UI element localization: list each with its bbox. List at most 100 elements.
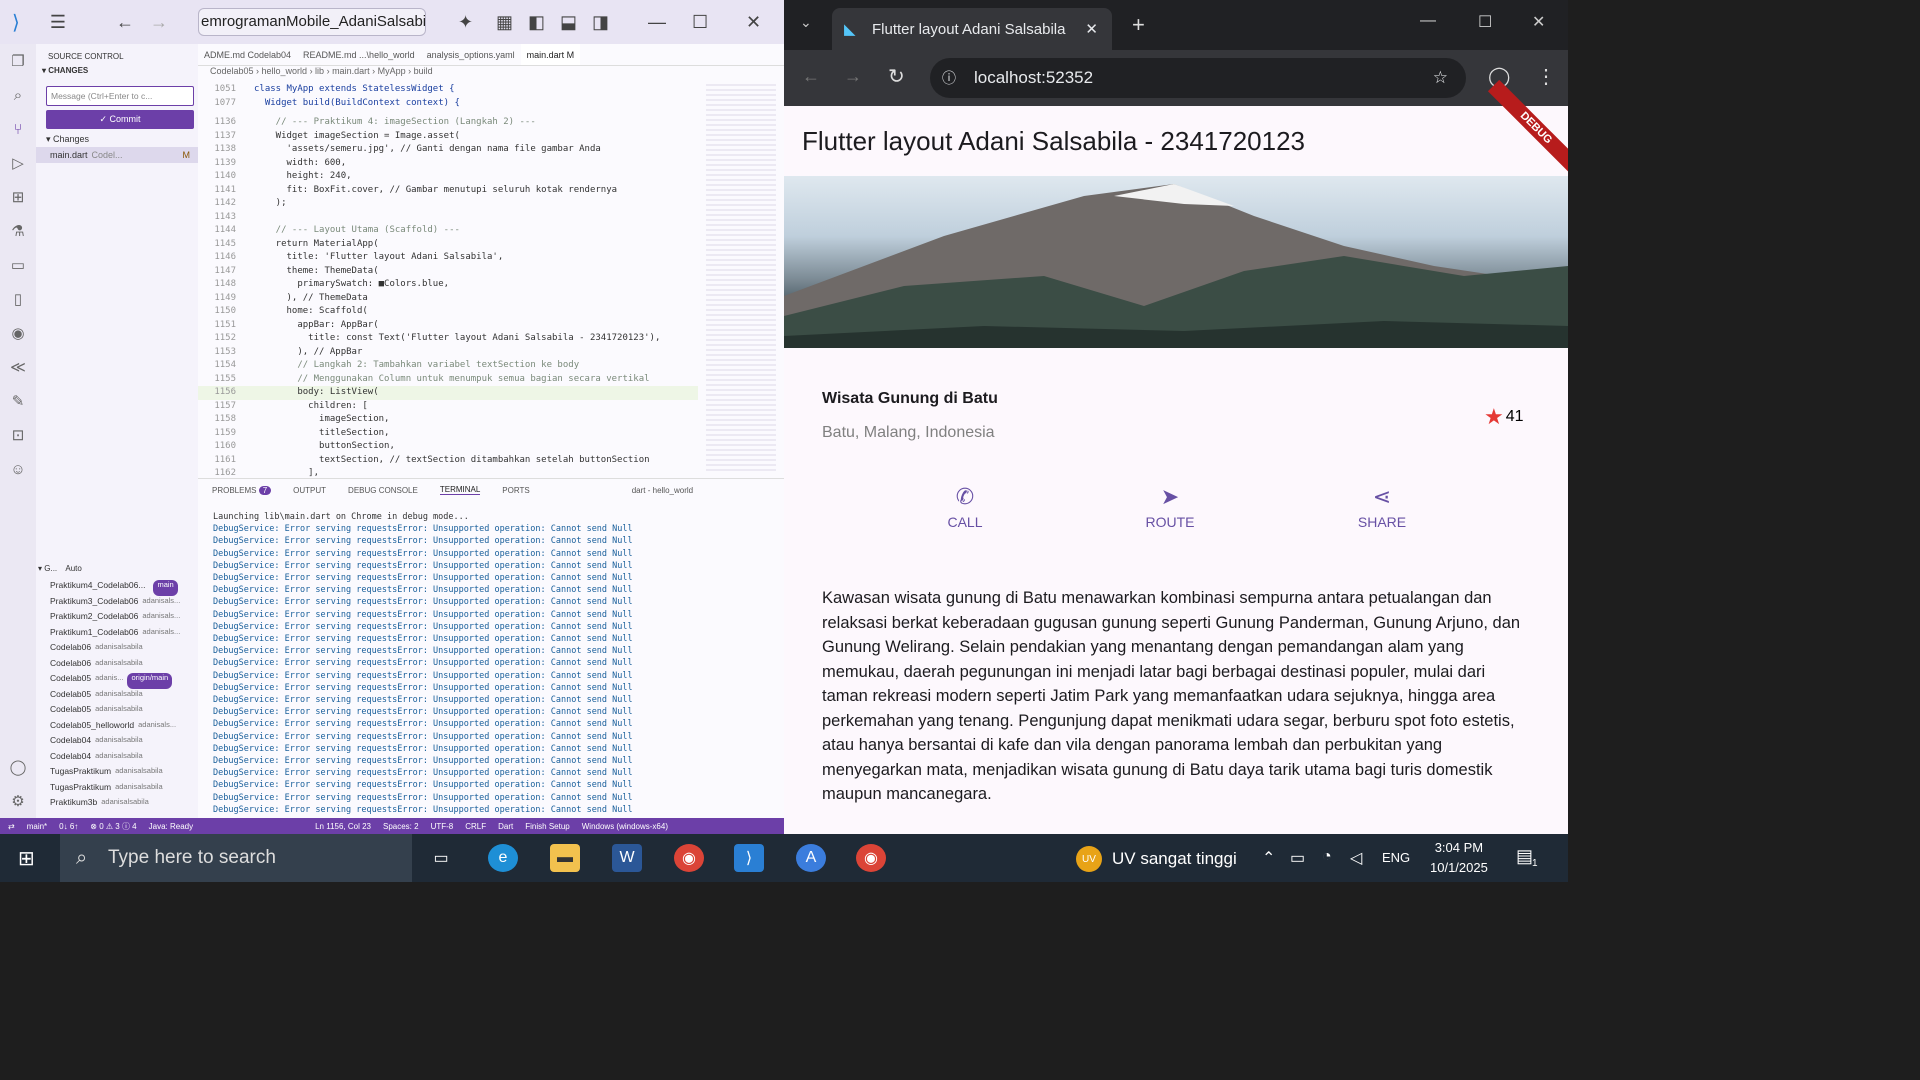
notifications-icon[interactable]: ▤	[1516, 846, 1533, 867]
remote-explorer-icon[interactable]: ▭	[0, 248, 36, 282]
bookmark-star-icon[interactable]: ☆	[1433, 68, 1448, 88]
reload-icon[interactable]: ↻	[888, 64, 905, 89]
changes-header[interactable]: ▾ CHANGES	[36, 66, 198, 82]
chrome-maximize-icon[interactable]: ☐	[1478, 12, 1492, 32]
commit-row[interactable]: Praktikum3_Codelab06 adanisals...	[36, 596, 198, 612]
tab-main-dart[interactable]: main.dart M	[520, 44, 581, 65]
toggle-secondary-sidebar-icon[interactable]: ◨	[592, 12, 609, 33]
forward-arrow-icon[interactable]: →	[150, 12, 168, 33]
chrome-tab[interactable]: ◣ Flutter layout Adani Salsabila ✕	[832, 8, 1112, 50]
remote-icon[interactable]: ⇄	[8, 822, 15, 831]
volume-icon[interactable]: ◁	[1350, 848, 1362, 868]
address-bar[interactable]: ⓘ localhost:52352 ☆	[930, 58, 1466, 98]
extensions-icon[interactable]: ⊞	[0, 180, 36, 214]
commit-row[interactable]: Codelab05 adanis... origin/main	[36, 673, 198, 689]
commit-row[interactable]: Codelab04 adanisalsabila	[36, 751, 198, 767]
code-line[interactable]: 1156 body: ListView(	[198, 386, 698, 400]
commit-row[interactable]: Praktikum2_Codelab06 adanisals...	[36, 611, 198, 627]
accounts-icon[interactable]: ◯	[0, 750, 36, 784]
flutter-icon[interactable]: ≪	[0, 350, 36, 384]
status-indent[interactable]: Spaces: 2	[383, 822, 419, 831]
code-line[interactable]: 1158 imageSection,	[198, 413, 698, 427]
tab-analysis-options[interactable]: analysis_options.yaml	[421, 44, 521, 65]
copilot-icon[interactable]: ✦	[458, 12, 473, 33]
tab-readme-codelab04[interactable]: ADME.md Codelab04	[198, 44, 297, 65]
breadcrumb[interactable]: Codelab05 › hello_world › lib › main.dar…	[198, 66, 784, 80]
tab-output[interactable]: OUTPUT	[293, 486, 326, 495]
chrome2-taskbar-icon[interactable]: ◉	[856, 844, 886, 872]
graph-header[interactable]: ▾ G... Auto	[36, 564, 198, 578]
call-button[interactable]: ✆ CALL	[920, 484, 1010, 530]
status-position[interactable]: Ln 1156, Col 23	[315, 822, 371, 831]
code-line[interactable]: 1159 titleSection,	[198, 427, 698, 441]
status-language[interactable]: Dart	[498, 822, 513, 831]
commit-row[interactable]: TugasPraktikum adanisalsabila	[36, 782, 198, 798]
explorer-icon[interactable]: ❐	[0, 44, 36, 78]
commit-row[interactable]: Codelab05_helloworld adanisals...	[36, 720, 198, 736]
run-debug-icon[interactable]: ▷	[0, 146, 36, 180]
source-control-icon[interactable]: ⑂	[0, 112, 36, 146]
code-line[interactable]: 1148 primarySwatch: ■Colors.blue,	[198, 278, 698, 292]
taskbar-search[interactable]: ⌕ Type here to search	[60, 834, 412, 882]
status-device[interactable]: Windows (windows-x64)	[582, 822, 668, 831]
terminal-output[interactable]: Launching lib\main.dart on Chrome in deb…	[198, 511, 784, 816]
task-view-icon[interactable]: ▭	[426, 844, 456, 872]
status-finish-setup[interactable]: Finish Setup	[525, 822, 569, 831]
code-line[interactable]: 1143	[198, 211, 698, 225]
word-icon[interactable]: W	[612, 844, 642, 872]
commit-row[interactable]: Codelab06 adanisalsabila	[36, 658, 198, 674]
code-line[interactable]: 1137 Widget imageSection = Image.asset(	[198, 130, 698, 144]
toggle-sidebar-icon[interactable]: ◧	[528, 12, 545, 33]
changes-group[interactable]: ▾ Changes	[36, 129, 198, 145]
commit-row[interactable]: TugasPraktikum adanisalsabila	[36, 766, 198, 782]
code-line[interactable]: 1147 theme: ThemeData(	[198, 265, 698, 279]
code-line[interactable]: 1145 return MaterialApp(	[198, 238, 698, 252]
wifi-icon[interactable]: ◔	[1322, 848, 1332, 866]
sticky-line[interactable]: 1051 class MyApp extends StatelessWidget …	[198, 84, 698, 98]
code-line[interactable]: 1140 height: 240,	[198, 170, 698, 184]
code-line[interactable]: 1155 // Menggunakan Column untuk menumpu…	[198, 373, 698, 387]
maximize-icon[interactable]: ☐	[692, 12, 708, 33]
language-indicator[interactable]: ENG	[1382, 850, 1410, 865]
code-line[interactable]: 1136 // --- Praktikum 4: imageSection (L…	[198, 116, 698, 130]
battery-icon[interactable]: ▭	[1290, 848, 1305, 868]
status-problems[interactable]: ⊗ 0 ⚠ 3 ⓘ 4	[90, 821, 136, 832]
tray-chevron-icon[interactable]: ⌃	[1262, 848, 1275, 868]
status-branch[interactable]: main*	[27, 822, 47, 831]
chrome-close-icon[interactable]: ✕	[1532, 12, 1545, 32]
tab-search-icon[interactable]: ⌄	[800, 14, 812, 31]
code-lines[interactable]: 1136 // --- Praktikum 4: imageSection (L…	[198, 116, 698, 481]
copilot-chat-icon[interactable]: ☺	[0, 452, 36, 486]
edge-icon[interactable]: e	[488, 844, 518, 872]
code-line[interactable]: 1157 children: [	[198, 400, 698, 414]
search-icon[interactable]: ⌕	[0, 78, 36, 112]
commit-message-input[interactable]: Message (Ctrl+Enter to c...	[46, 86, 194, 106]
testing-icon[interactable]: ⚗	[0, 214, 36, 248]
code-line[interactable]: 1160 buttonSection,	[198, 440, 698, 454]
command-center-search[interactable]: emrogramanMobile_AdaniSalsabila	[198, 8, 426, 36]
tab-close-icon[interactable]: ✕	[1085, 20, 1098, 38]
tab-readme-hello-world[interactable]: README.md ...\hello_world	[297, 44, 421, 65]
new-tab-icon[interactable]: +	[1132, 12, 1145, 38]
clock[interactable]: 3:04 PM 10/1/2025	[1430, 838, 1488, 878]
github-icon[interactable]: ◉	[0, 316, 36, 350]
code-line[interactable]: 1138 'assets/semeru.jpg', // Ganti denga…	[198, 143, 698, 157]
chrome-taskbar-icon[interactable]: ◉	[674, 844, 704, 872]
close-icon[interactable]: ✕	[746, 12, 761, 33]
menu-icon[interactable]: ☰	[50, 12, 66, 33]
back-arrow-icon[interactable]: ←	[116, 12, 134, 33]
commit-row[interactable]: Codelab05 adanisalsabila	[36, 704, 198, 720]
scan-icon[interactable]: ⊡	[0, 418, 36, 452]
code-line[interactable]: 1161 textSection, // textSection ditamba…	[198, 454, 698, 468]
status-encoding[interactable]: UTF-8	[431, 822, 454, 831]
status-eol[interactable]: CRLF	[465, 822, 486, 831]
toggle-panel-icon[interactable]: ⬓	[560, 12, 577, 33]
code-line[interactable]: 1152 title: const Text('Flutter layout A…	[198, 332, 698, 346]
status-sync[interactable]: 0↓ 6↑	[59, 822, 78, 831]
code-line[interactable]: 1144 // --- Layout Utama (Scaffold) ---	[198, 224, 698, 238]
tab-terminal[interactable]: TERMINAL	[439, 485, 481, 495]
code-line[interactable]: 1146 title: 'Flutter layout Adani Salsab…	[198, 251, 698, 265]
code-line[interactable]: 1153 ), // AppBar	[198, 346, 698, 360]
site-info-icon[interactable]: ⓘ	[942, 68, 956, 88]
tab-debug-console[interactable]: DEBUG CONSOLE	[348, 486, 418, 495]
